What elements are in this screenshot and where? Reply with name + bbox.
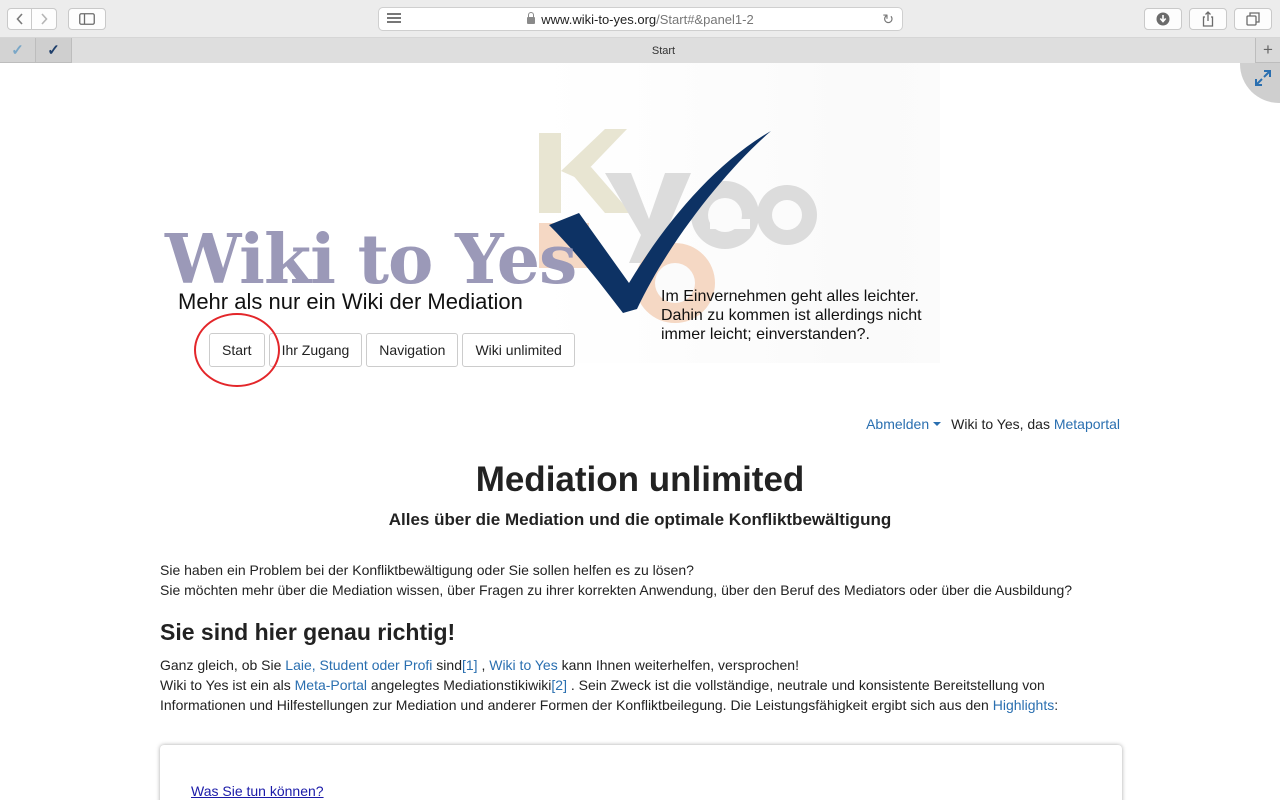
section-heading: Sie sind hier genau richtig! bbox=[160, 619, 456, 645]
intro-text: Sie haben ein Problem bei der Konfliktbe… bbox=[160, 560, 1120, 600]
p1-text-b: sind bbox=[432, 657, 462, 673]
wiki-to-yes-link[interactable]: Wiki to Yes bbox=[489, 657, 557, 673]
url-host: www.wiki-to-yes.org bbox=[541, 11, 657, 27]
paragraph-1: Ganz gleich, ob Sie Laie, Student oder P… bbox=[160, 655, 1120, 675]
expand-icon[interactable] bbox=[1254, 69, 1272, 87]
chevron-left-icon bbox=[15, 13, 23, 25]
share-button[interactable] bbox=[1189, 8, 1227, 30]
sidebar-toggle-button[interactable] bbox=[68, 8, 106, 30]
nav-navigation[interactable]: Navigation bbox=[366, 333, 459, 367]
back-button[interactable] bbox=[7, 8, 32, 30]
page-subtitle: Alles über die Mediation und die optimal… bbox=[388, 510, 892, 529]
p1-text-a: Ganz gleich, ob Sie bbox=[160, 657, 286, 673]
meta-portal-link[interactable]: Meta-Portal bbox=[295, 677, 367, 693]
main-navigation: Start Ihr Zugang Navigation Wiki unlimit… bbox=[209, 333, 575, 367]
p2-text-b: angelegtes Mediationstikiwiki bbox=[366, 677, 552, 693]
intro-line-2: Sie möchten mehr über die Mediation wiss… bbox=[160, 582, 1073, 598]
paragraph-2: Wiki to Yes ist ein als Meta-Portal ange… bbox=[160, 675, 1120, 715]
portal-prefix: Wiki to Yes, das bbox=[951, 416, 1054, 432]
checkmark-icon: ✓ bbox=[47, 42, 60, 59]
pinned-tab-1[interactable]: ✓ bbox=[0, 38, 36, 62]
site-slogan: Im Einvernehmen geht alles leichter. Dah… bbox=[661, 288, 922, 343]
was-sie-tun-koennen-link[interactable]: Was Sie tun können? bbox=[191, 783, 324, 799]
lock-icon bbox=[527, 11, 536, 24]
tabs-icon bbox=[1246, 12, 1260, 26]
url-path: /Start#&panel1-2 bbox=[656, 11, 754, 27]
logout-link[interactable]: Abmelden bbox=[866, 416, 929, 432]
metaportal-link[interactable]: Metaportal bbox=[1054, 416, 1120, 432]
footnote-1-link[interactable]: [1] bbox=[462, 657, 478, 673]
checkmark-icon: ✓ bbox=[11, 42, 24, 59]
chevron-right-icon bbox=[41, 13, 48, 25]
p1-text-d: kann Ihnen weiterhelfen, versprochen! bbox=[557, 657, 799, 673]
p2-text-a: Wiki to Yes ist ein als bbox=[160, 677, 295, 693]
highlights-link[interactable]: Highlights bbox=[993, 697, 1054, 713]
p2-text-d: : bbox=[1054, 697, 1059, 713]
tab-start[interactable]: Start bbox=[72, 38, 1255, 63]
reload-icon[interactable]: ↻ bbox=[882, 11, 894, 28]
web-page: Wiki to Yes Mehr als nur ein Wiki der Me… bbox=[0, 63, 1280, 800]
laie-student-profi-link[interactable]: Laie, Student oder Profi bbox=[285, 657, 432, 673]
reader-icon[interactable] bbox=[387, 13, 401, 25]
share-icon bbox=[1202, 11, 1214, 27]
nav-wiki-unlimited[interactable]: Wiki unlimited bbox=[462, 333, 575, 367]
download-icon bbox=[1156, 12, 1170, 26]
page-title: Mediation unlimited bbox=[475, 460, 805, 499]
p1-text-c: , bbox=[477, 657, 490, 673]
address-bar[interactable]: www.wiki-to-yes.org/Start#&panel1-2 ↻ bbox=[378, 7, 903, 31]
caret-down-icon[interactable] bbox=[933, 422, 942, 427]
tab-title: Start bbox=[651, 44, 676, 57]
intro-line-1: Sie haben ein Problem bei der Konfliktbe… bbox=[160, 562, 694, 578]
logo-k-shape bbox=[539, 129, 631, 213]
forward-button[interactable] bbox=[32, 8, 57, 30]
footnote-2-link[interactable]: [2] bbox=[551, 677, 567, 693]
browser-toolbar: www.wiki-to-yes.org/Start#&panel1-2 ↻ bbox=[0, 0, 1280, 38]
body-text: Ganz gleich, ob Sie Laie, Student oder P… bbox=[160, 655, 1120, 715]
sidebar-icon bbox=[79, 13, 95, 25]
nav-start[interactable]: Start bbox=[209, 333, 265, 367]
site-subtitle: Mehr als nur ein Wiki der Mediation bbox=[178, 289, 523, 314]
new-tab-button[interactable]: + bbox=[1255, 38, 1280, 62]
site-title: Wiki to Yes bbox=[165, 220, 577, 300]
content-card: Was Sie tun können? bbox=[160, 745, 1122, 800]
pinned-tab-2[interactable]: ✓ bbox=[36, 38, 72, 62]
history-nav bbox=[7, 8, 57, 30]
tab-overview-button[interactable] bbox=[1234, 8, 1272, 30]
nav-ihr-zugang[interactable]: Ihr Zugang bbox=[268, 333, 363, 367]
downloads-button[interactable] bbox=[1144, 8, 1182, 30]
tab-bar: ✓ ✓ Start + bbox=[0, 38, 1280, 63]
user-bar: Abmelden Wiki to Yes, das Metaportal bbox=[866, 416, 1120, 432]
